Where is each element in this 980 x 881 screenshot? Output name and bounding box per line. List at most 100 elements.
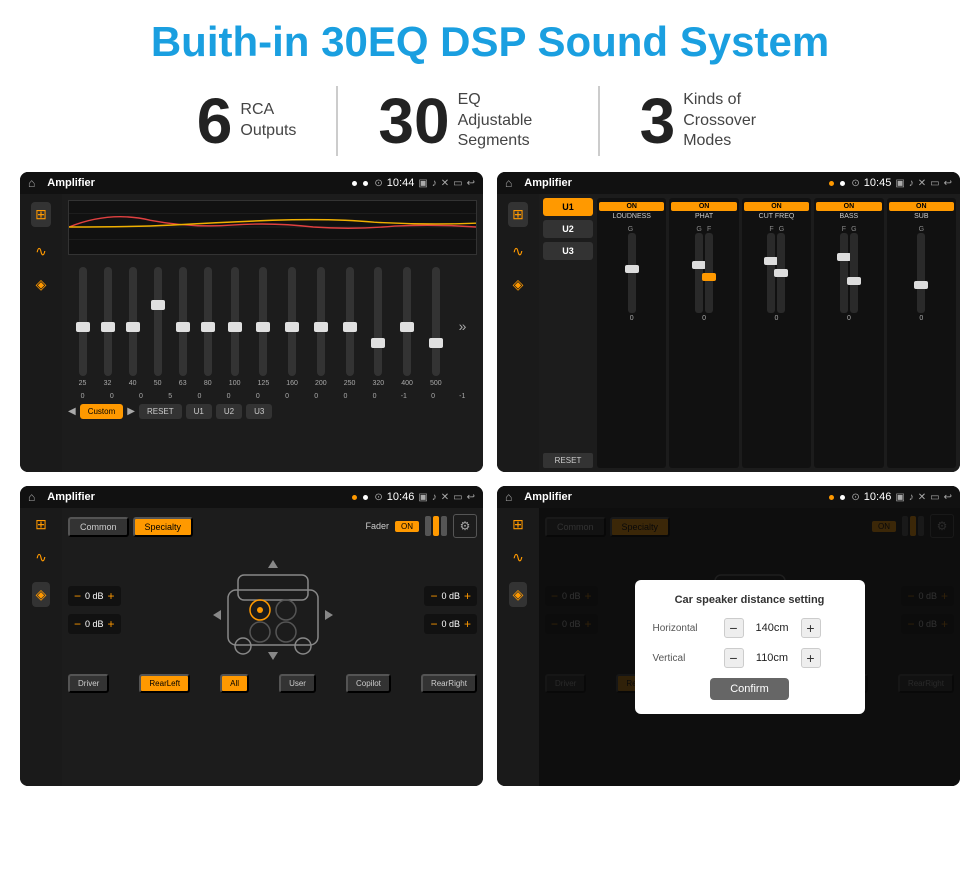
tab-specialty[interactable]: Specialty <box>133 517 194 537</box>
slider-400: 400 <box>401 265 413 387</box>
u1-btn[interactable]: U1 <box>186 404 212 419</box>
home-icon-4[interactable]: ⌂ <box>505 490 512 504</box>
eq-icon-2[interactable]: ⊞ <box>508 202 528 227</box>
custom-preset-btn[interactable]: Custom <box>80 404 124 419</box>
location-icon-4: ⊙ <box>851 492 859 503</box>
vol-row-rr: − 0 dB + <box>424 614 477 634</box>
screen-eq: ⌂ Amplifier ⊙ 10:44 ▣ ♪ ✕ ▭ ↩ ⊞ ∿ ◈ <box>20 172 483 472</box>
close-icon-2: ✕ <box>918 178 926 189</box>
copilot-btn[interactable]: Copilot <box>346 674 391 693</box>
vol-fr-plus[interactable]: + <box>464 589 471 603</box>
dialog-overlay: Car speaker distance setting Horizontal … <box>539 508 960 786</box>
home-icon-2[interactable]: ⌂ <box>505 176 512 190</box>
cutfreq-label: CUT FREQ <box>759 213 795 220</box>
loudness-on[interactable]: ON <box>599 202 664 211</box>
back-icon-2[interactable]: ↩ <box>944 178 952 189</box>
wave-icon-1[interactable]: ∿ <box>35 243 47 260</box>
reset-btn-2[interactable]: RESET <box>543 453 593 468</box>
vol-rl-plus[interactable]: + <box>108 617 115 631</box>
eq-icon-1[interactable]: ⊞ <box>31 202 51 227</box>
all-btn[interactable]: All <box>220 674 249 693</box>
bass-val: 0 <box>847 315 851 322</box>
preset-u3[interactable]: U3 <box>543 242 593 260</box>
horizontal-label: Horizontal <box>653 623 718 634</box>
u3-btn[interactable]: U3 <box>246 404 272 419</box>
vol-fl-plus[interactable]: + <box>108 589 115 603</box>
preset-u1[interactable]: U1 <box>543 198 593 216</box>
horizontal-minus-btn[interactable]: − <box>724 618 744 638</box>
u2-btn[interactable]: U2 <box>216 404 242 419</box>
bass-on[interactable]: ON <box>816 202 881 211</box>
rearleft-btn[interactable]: RearLeft <box>139 674 190 693</box>
fader-sliders <box>425 516 447 536</box>
phat-val: 0 <box>702 315 706 322</box>
screen-dialog: ⌂ Amplifier ⊙ 10:46 ▣ ♪ ✕ ▭ ↩ ⊞ ∿ ◈ <box>497 486 960 786</box>
channel-bass: ON BASS F G <box>814 198 883 468</box>
distance-dialog: Car speaker distance setting Horizontal … <box>635 580 865 714</box>
back-icon-4[interactable]: ↩ <box>944 492 952 503</box>
slider-500: 500 <box>430 265 442 387</box>
slider-50: 50 <box>154 265 162 387</box>
back-icon-1[interactable]: ↩ <box>467 178 475 189</box>
status-bar-1: ⌂ Amplifier ⊙ 10:44 ▣ ♪ ✕ ▭ ↩ <box>20 172 483 194</box>
confirm-button[interactable]: Confirm <box>710 678 789 700</box>
phat-on[interactable]: ON <box>671 202 736 211</box>
slider-125: 125 <box>258 265 270 387</box>
preset-u2[interactable]: U2 <box>543 220 593 238</box>
speaker-icon-2[interactable]: ◈ <box>513 276 524 293</box>
stat-rca: 6 RCAOutputs <box>157 89 337 153</box>
vertical-row: Vertical − 110cm + <box>653 648 847 668</box>
speaker-icon-4[interactable]: ◈ <box>509 582 528 607</box>
wave-icon-3[interactable]: ∿ <box>35 549 47 566</box>
vol-fl-minus[interactable]: − <box>74 589 81 603</box>
sidebar-2: ⊞ ∿ ◈ <box>497 194 539 472</box>
vertical-plus-btn[interactable]: + <box>801 648 821 668</box>
horizontal-plus-btn[interactable]: + <box>801 618 821 638</box>
window-icon-4: ▭ <box>930 492 939 503</box>
dot-5 <box>352 495 357 500</box>
fader-on-btn[interactable]: ON <box>395 521 419 532</box>
user-btn[interactable]: User <box>279 674 316 693</box>
slider-250: 250 <box>344 265 356 387</box>
dialog-title: Car speaker distance setting <box>653 594 847 606</box>
eq-icon-4[interactable]: ⊞ <box>512 516 524 533</box>
sidebar-1: ⊞ ∿ ◈ <box>20 194 62 472</box>
time-3: 10:46 <box>387 491 415 503</box>
back-icon-3[interactable]: ↩ <box>467 492 475 503</box>
vol-rr-minus[interactable]: − <box>430 617 437 631</box>
eq-icon-3[interactable]: ⊞ <box>35 516 47 533</box>
prev-icon[interactable]: ◀ <box>68 406 76 417</box>
vol-row-fr: − 0 dB + <box>424 586 477 606</box>
car-layout: − 0 dB + − 0 dB + <box>68 550 477 670</box>
home-icon-1[interactable]: ⌂ <box>28 176 35 190</box>
more-icon[interactable]: » <box>459 318 467 334</box>
vol-rr-val: 0 dB <box>441 619 460 629</box>
driver-btn[interactable]: Driver <box>68 674 109 693</box>
vol-fr-minus[interactable]: − <box>430 589 437 603</box>
volume-icon-4: ♪ <box>909 492 914 503</box>
vol-rr-plus[interactable]: + <box>464 617 471 631</box>
window-icon-2: ▭ <box>930 178 939 189</box>
rearright-btn[interactable]: RearRight <box>421 674 477 693</box>
sub-on[interactable]: ON <box>889 202 954 211</box>
status-bar-3: ⌂ Amplifier ⊙ 10:46 ▣ ♪ ✕ ▭ ↩ <box>20 486 483 508</box>
vertical-label: Vertical <box>653 653 718 664</box>
settings-icon[interactable]: ⚙ <box>453 514 477 538</box>
vol-left: − 0 dB + − 0 dB + <box>68 586 121 634</box>
speaker-icon-1[interactable]: ◈ <box>36 276 47 293</box>
vertical-minus-btn[interactable]: − <box>724 648 744 668</box>
wave-icon-4[interactable]: ∿ <box>512 549 524 566</box>
home-icon-3[interactable]: ⌂ <box>28 490 35 504</box>
dot-1 <box>352 181 357 186</box>
location-icon-1: ⊙ <box>374 178 382 189</box>
wave-icon-2[interactable]: ∿ <box>512 243 524 260</box>
app-title-1: Amplifier <box>47 177 95 189</box>
stat-eq-number: 30 <box>378 89 449 153</box>
reset-btn[interactable]: RESET <box>139 404 182 419</box>
speaker-icon-3[interactable]: ◈ <box>32 582 51 607</box>
vol-rl-minus[interactable]: − <box>74 617 81 631</box>
next-icon[interactable]: ▶ <box>127 406 135 417</box>
window-icon-3: ▭ <box>453 492 462 503</box>
cutfreq-on[interactable]: ON <box>744 202 809 211</box>
tab-common[interactable]: Common <box>68 517 129 537</box>
